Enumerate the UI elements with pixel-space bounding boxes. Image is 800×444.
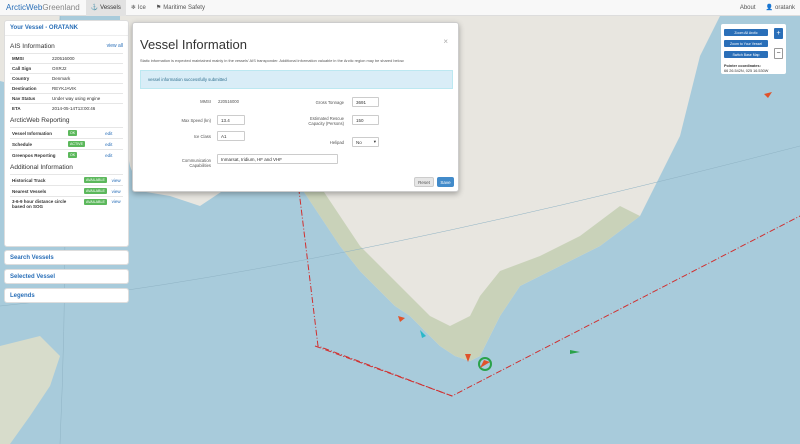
- status-badge: OK: [68, 152, 78, 158]
- zoom-all-arctic-button[interactable]: Zoom All Arctic: [724, 29, 768, 36]
- snowflake-icon: ❄: [130, 5, 136, 11]
- helipad-select[interactable]: No ▾: [352, 137, 379, 147]
- table-row: Historical Track AVAILABLE view: [10, 174, 123, 186]
- vessel-information-modal: Vessel Information × Static information …: [132, 22, 459, 192]
- zoom-to-vessel-button[interactable]: Zoom to Your Vessel: [724, 40, 768, 47]
- brand-logo[interactable]: ArcticWebGreenland: [0, 3, 86, 12]
- nav-about[interactable]: About: [735, 0, 761, 16]
- mmsi-value: 220516000: [218, 99, 239, 104]
- communication-label: Communication Capabilities: [181, 158, 211, 168]
- table-row: MMSI 220516000: [10, 53, 123, 64]
- close-icon[interactable]: ×: [443, 37, 448, 46]
- view-all-link[interactable]: view all: [107, 43, 123, 50]
- edit-link[interactable]: edit: [105, 131, 112, 136]
- chevron-down-icon: ▾: [373, 139, 376, 144]
- additional-table: Historical Track AVAILABLE view Nearest Ve…: [10, 174, 123, 211]
- view-link[interactable]: view: [112, 178, 121, 183]
- additional-heading: Additional Information: [10, 164, 73, 171]
- ice-class-input[interactable]: A1: [217, 131, 245, 141]
- gross-tonnage-label: Gross Tonnage: [315, 100, 344, 105]
- table-row: ETA 2014-05-14T13:00:46: [10, 103, 123, 113]
- table-row: Vessel Information OK edit: [10, 127, 123, 139]
- modal-title: Vessel Information: [140, 37, 247, 52]
- zoom-in-button[interactable]: +: [774, 28, 783, 39]
- rescue-capacity-input[interactable]: 150: [352, 115, 379, 125]
- status-badge: OK: [68, 130, 78, 136]
- status-badge: ACTIVE: [68, 141, 85, 147]
- helipad-label: Helipad: [329, 140, 344, 145]
- success-alert: vessel information successfully submitte…: [140, 70, 453, 89]
- pointer-coordinates: Pointer coordinates: 66 26.542N, 025 16.5…: [724, 64, 769, 73]
- status-badge: AVAILABLE: [84, 177, 107, 183]
- reset-button[interactable]: Reset: [414, 177, 434, 187]
- edit-link[interactable]: edit: [105, 153, 112, 158]
- table-row: Country Denmark: [10, 73, 123, 84]
- table-row: Nav Status Under way using engine: [10, 93, 123, 104]
- switch-base-map-button[interactable]: Switch Base Map: [724, 51, 768, 58]
- save-button[interactable]: Save: [437, 177, 454, 187]
- view-link[interactable]: view: [112, 199, 121, 204]
- max-speed-input[interactable]: 13.4: [217, 115, 245, 125]
- table-row: Greenpos Reporting OK edit: [10, 149, 123, 160]
- top-navbar: ArcticWebGreenland ⚓ Vessels ❄ Ice ⚑ Mariti…: [0, 0, 800, 16]
- table-row: 3-6-9 hour distance circle based on SOG A…: [10, 196, 123, 211]
- nav-user[interactable]: 👤 oratank: [761, 0, 800, 16]
- your-vessel-title[interactable]: Your Vessel - ORATANK: [5, 21, 128, 36]
- anchor-icon: ⚓: [90, 5, 99, 11]
- table-row: Call Sign OXRJ2: [10, 63, 123, 74]
- rescue-capacity-label: Estimated Rescue Capacity (Persons): [308, 116, 344, 126]
- max-speed-label: Max Speed (kn): [181, 118, 211, 123]
- communication-input[interactable]: Inmarsat, Iridium, HF and VHF: [217, 154, 338, 164]
- table-row: Schedule ACTIVE edit: [10, 138, 123, 150]
- search-vessels-panel[interactable]: Search Vessels: [4, 250, 129, 265]
- zoom-out-button[interactable]: −: [774, 48, 783, 59]
- ais-table: MMSI 220516000 Call Sign OXRJ2 Country Denm…: [10, 53, 123, 113]
- user-icon: 👤: [765, 5, 773, 11]
- ais-info-heading: AIS Information: [10, 43, 55, 50]
- legends-panel[interactable]: Legends: [4, 288, 129, 303]
- nav-vessels[interactable]: ⚓ Vessels: [85, 0, 126, 16]
- table-row: Nearest Vessels AVAILABLE view: [10, 185, 123, 197]
- mmsi-label: MMSI: [200, 99, 211, 104]
- table-row: Destination REYKJAVIK: [10, 83, 123, 94]
- edit-link[interactable]: edit: [105, 142, 112, 147]
- status-badge: AVAILABLE: [84, 199, 107, 205]
- selected-vessel-panel[interactable]: Selected Vessel: [4, 269, 129, 284]
- reporting-heading: ArcticWeb Reporting: [10, 117, 70, 124]
- modal-description: Static information is expected maintaine…: [140, 58, 405, 63]
- nav-ice[interactable]: ❄ Ice: [126, 0, 151, 16]
- reporting-table: Vessel Information OK edit Schedule ACTIVE e…: [10, 127, 123, 160]
- flag-icon: ⚑: [155, 5, 162, 11]
- status-badge: AVAILABLE: [84, 188, 107, 194]
- your-vessel-panel: Your Vessel - ORATANK AIS Information vie…: [4, 20, 129, 247]
- view-link[interactable]: view: [112, 189, 121, 194]
- ice-class-label: Ice Class: [193, 134, 211, 139]
- gross-tonnage-input[interactable]: 3691: [352, 97, 379, 107]
- nav-maritime-safety[interactable]: ⚑ Maritime Safety: [151, 0, 210, 16]
